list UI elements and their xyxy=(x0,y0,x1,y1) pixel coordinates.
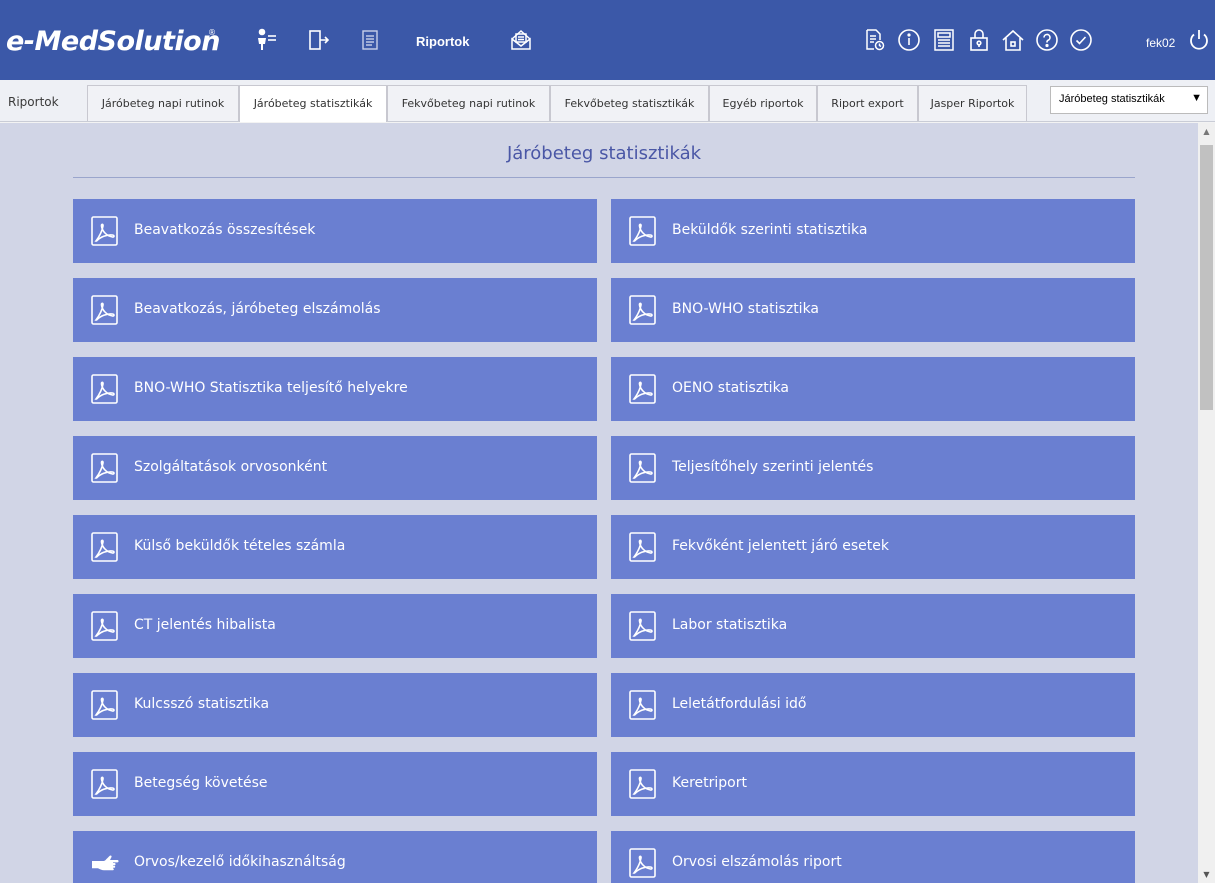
pdf-icon xyxy=(90,769,119,799)
report-button-label: Orvos/kezelő időkihasználtság xyxy=(134,854,346,870)
report-button[interactable]: Leletátfordulási idő xyxy=(611,673,1135,737)
report-button-label: BNO-WHO Statisztika teljesítő helyekre xyxy=(134,380,408,396)
report-button[interactable]: Szolgáltatások orvosonként xyxy=(73,436,597,500)
report-button-label: Orvosi elszámolás riport xyxy=(672,854,842,870)
pdf-icon xyxy=(90,690,119,720)
pdf-icon xyxy=(628,216,657,246)
pdf-icon xyxy=(628,453,657,483)
exit-door-icon[interactable] xyxy=(307,28,331,52)
report-mail-icon[interactable] xyxy=(509,28,533,52)
report-button-label: Beavatkozás összesítések xyxy=(134,222,316,238)
pdf-icon xyxy=(90,453,119,483)
report-button[interactable]: Teljesítőhely szerinti jelentés xyxy=(611,436,1135,500)
app-logo: e-MedSolution xyxy=(6,26,220,57)
tab-jarobeteg-statisztikak[interactable]: Járóbeteg statisztikák xyxy=(239,85,387,122)
patient-list-icon[interactable] xyxy=(255,28,279,52)
main-content: Járóbeteg statisztikák Beavatkozás össze… xyxy=(0,123,1198,883)
report-clock-icon[interactable] xyxy=(862,28,886,52)
report-button-label: Szolgáltatások orvosonként xyxy=(134,459,328,475)
report-button-label: Betegség követése xyxy=(134,775,268,791)
chevron-down-icon: ▼ xyxy=(1191,92,1202,104)
pdf-icon xyxy=(628,848,657,878)
report-button[interactable]: Beavatkozás összesítések xyxy=(73,199,597,263)
scrollbar-thumb[interactable] xyxy=(1200,145,1213,410)
info-icon[interactable] xyxy=(897,28,921,52)
check-icon[interactable] xyxy=(1069,28,1093,52)
report-button[interactable]: CT jelentés hibalista xyxy=(73,594,597,658)
report-button[interactable]: Külső beküldők tételes számla xyxy=(73,515,597,579)
report-button-label: OENO statisztika xyxy=(672,380,790,396)
top-header-bar: e-MedSolution ® Riportok fek02 xyxy=(0,0,1215,80)
username-label: fek02 xyxy=(1146,36,1176,50)
report-button-label: Fekvőként jelentett járó esetek xyxy=(672,538,889,554)
report-button[interactable]: BNO-WHO Statisztika teljesítő helyekre xyxy=(73,357,597,421)
scroll-up-arrow[interactable]: ▲ xyxy=(1198,123,1215,140)
calculator-icon[interactable] xyxy=(932,28,956,52)
logo-registered-mark: ® xyxy=(208,28,216,37)
pdf-icon xyxy=(90,295,119,325)
pdf-icon xyxy=(628,611,657,641)
tab-egyeb-riportok[interactable]: Egyéb riportok xyxy=(709,85,817,121)
report-button[interactable]: OENO statisztika xyxy=(611,357,1135,421)
title-divider xyxy=(73,177,1135,178)
report-button-label: Beavatkozás, járóbeteg elszámolás xyxy=(134,301,381,317)
report-button[interactable]: Keretriport xyxy=(611,752,1135,816)
pdf-icon xyxy=(90,216,119,246)
pdf-icon xyxy=(628,532,657,562)
report-button-label: Kulcsszó statisztika xyxy=(134,696,270,712)
report-button[interactable]: Orvos/kezelő időkihasználtság xyxy=(73,831,597,883)
report-button-label: BNO-WHO statisztika xyxy=(672,301,820,317)
report-button-label: Labor statisztika xyxy=(672,617,788,633)
report-button[interactable]: BNO-WHO statisztika xyxy=(611,278,1135,342)
pointing-hand-icon xyxy=(90,848,119,878)
tab-root-label: Riportok xyxy=(8,95,59,109)
report-button-label: Külső beküldők tételes számla xyxy=(134,538,346,554)
report-button[interactable]: Labor statisztika xyxy=(611,594,1135,658)
report-button[interactable]: Beküldők szerinti statisztika xyxy=(611,199,1135,263)
tab-fekvobeteg-statisztikak[interactable]: Fekvőbeteg statisztikák xyxy=(550,85,709,121)
page-title: Járóbeteg statisztikák xyxy=(506,143,702,164)
tab-fekvobeteg-napi-rutinok[interactable]: Fekvőbeteg napi rutinok xyxy=(387,85,550,121)
report-button-label: Leletátfordulási idő xyxy=(672,696,807,712)
select-value: Járóbeteg statisztikák xyxy=(1059,93,1165,105)
tab-jarobeteg-napi-rutinok[interactable]: Járóbeteg napi rutinok xyxy=(87,85,239,121)
report-button[interactable]: Betegség követése xyxy=(73,752,597,816)
riportok-menu-button[interactable]: Riportok xyxy=(416,34,469,49)
report-button-label: Beküldők szerinti statisztika xyxy=(672,222,868,238)
tab-riport-export[interactable]: Riport export xyxy=(817,85,918,121)
pdf-icon xyxy=(90,374,119,404)
pdf-icon xyxy=(90,532,119,562)
report-button-label: CT jelentés hibalista xyxy=(134,617,276,633)
scroll-down-arrow[interactable]: ▼ xyxy=(1198,866,1215,883)
pdf-icon xyxy=(628,374,657,404)
report-button-label: Teljesítőhely szerinti jelentés xyxy=(672,459,874,475)
report-button[interactable]: Orvosi elszámolás riport xyxy=(611,831,1135,883)
tab-jasper-riportok[interactable]: Jasper Riportok xyxy=(918,85,1027,121)
document-icon[interactable] xyxy=(358,28,382,52)
report-category-select[interactable]: Járóbeteg statisztikák ▼ xyxy=(1050,86,1208,114)
tab-bar: Riportok Járóbeteg napi rutinok Járóbete… xyxy=(0,80,1215,122)
pdf-icon xyxy=(628,295,657,325)
home-icon[interactable] xyxy=(1001,28,1025,52)
report-button[interactable]: Fekvőként jelentett járó esetek xyxy=(611,515,1135,579)
vertical-scrollbar[interactable]: ▲ ▼ xyxy=(1198,123,1215,883)
pdf-icon xyxy=(628,690,657,720)
pdf-icon xyxy=(90,611,119,641)
report-button[interactable]: Beavatkozás, járóbeteg elszámolás xyxy=(73,278,597,342)
lock-icon[interactable] xyxy=(967,28,991,52)
pdf-icon xyxy=(628,769,657,799)
report-button[interactable]: Kulcsszó statisztika xyxy=(73,673,597,737)
power-icon[interactable] xyxy=(1187,28,1211,52)
report-button-label: Keretriport xyxy=(672,775,747,791)
help-icon[interactable] xyxy=(1035,28,1059,52)
